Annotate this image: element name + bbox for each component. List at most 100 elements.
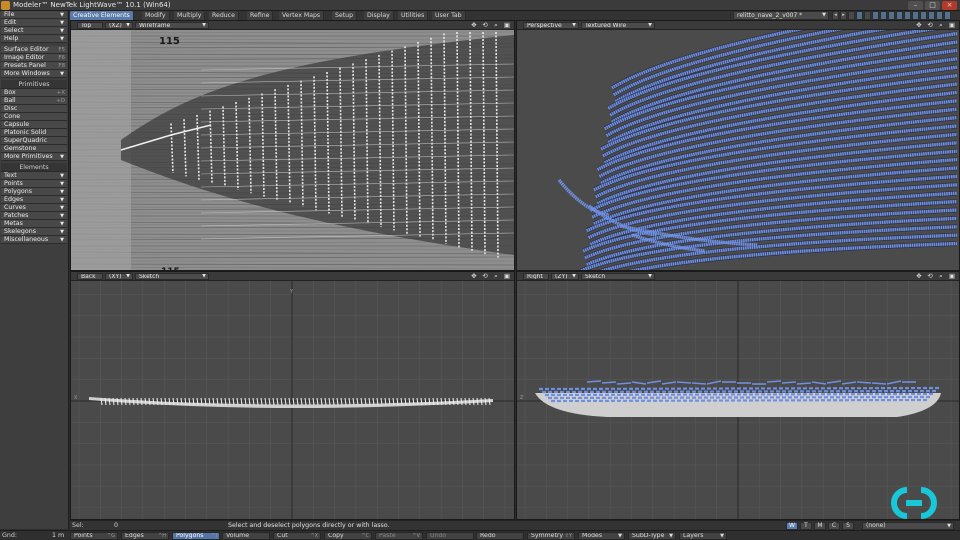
symmetry-button[interactable]: Symmetry ⇧Y (527, 532, 575, 540)
primitive-box[interactable]: Box +X (1, 89, 67, 97)
layer-button-1[interactable] (848, 11, 855, 20)
element-patches[interactable]: Patches ▼ (1, 212, 67, 220)
mode-button-t[interactable]: T (800, 522, 812, 530)
viewport-back-view-select[interactable]: Back (77, 273, 103, 280)
tab-creative-elements[interactable]: Creative Elements (70, 11, 134, 20)
primitive-platonic-solid[interactable]: Platonic Solid (1, 129, 67, 137)
rotate-icon[interactable]: ⟲ (481, 22, 489, 29)
menu-select[interactable]: Select ▼ (1, 27, 67, 35)
primitive-capsule[interactable]: Capsule (1, 121, 67, 129)
move-icon[interactable]: ✥ (915, 22, 923, 29)
move-icon[interactable]: ✥ (470, 273, 478, 280)
layer-button-13[interactable] (944, 11, 951, 20)
element-edges[interactable]: Edges ▼ (1, 196, 67, 204)
menu-edit[interactable]: Edit ▼ (1, 19, 67, 27)
panel-presets-panel[interactable]: Presets Panel F8 (1, 62, 67, 70)
element-metas[interactable]: Metas ▼ (1, 220, 67, 228)
primitive-more-primitives[interactable]: More Primitives ▼ (1, 153, 67, 161)
undo-button[interactable]: Undo (426, 532, 474, 540)
move-icon[interactable]: ✥ (470, 22, 478, 29)
maximize-icon[interactable]: ▣ (948, 22, 956, 29)
copy-button[interactable]: Copy ^C (324, 532, 372, 540)
layer-button-11[interactable] (928, 11, 935, 20)
layer-prev-icon[interactable]: ◂ (832, 11, 839, 20)
paste-button[interactable]: Paste ^V (375, 532, 423, 540)
tab-utilities[interactable]: Utilities (398, 11, 429, 20)
layers-button[interactable]: Layers ▼ (679, 532, 727, 540)
layer-button-3[interactable] (864, 11, 871, 20)
layer-button-10[interactable] (920, 11, 927, 20)
polygons-button[interactable]: Polygons ^J (172, 532, 220, 540)
panel-more-windows[interactable]: More Windows ▼ (1, 70, 67, 78)
maximize-icon[interactable]: ▣ (503, 22, 511, 29)
tab-user-tab[interactable]: User Tab (432, 11, 466, 20)
element-points[interactable]: Points ▼ (1, 180, 67, 188)
rotate-icon[interactable]: ⟲ (926, 22, 934, 29)
layer-button-7[interactable] (896, 11, 903, 20)
mode-button-w[interactable]: W (786, 522, 798, 530)
tab-modify[interactable]: Modify (142, 11, 170, 20)
layer-button-4[interactable] (872, 11, 879, 20)
object-layer-combo[interactable]: relitto_nave_2_v007 * ▼ (733, 11, 829, 20)
maximize-icon[interactable]: ▣ (948, 273, 956, 280)
mode-button-m[interactable]: M (814, 522, 826, 530)
element-skelegons[interactable]: Skelegons ▼ (1, 228, 67, 236)
panel-surface-editor[interactable]: Surface Editor F5 (1, 46, 67, 54)
close-icon[interactable]: × (942, 1, 957, 10)
menu-file[interactable]: File ▼ (1, 11, 67, 19)
layer-button-5[interactable] (880, 11, 887, 20)
rotate-icon[interactable]: ⟲ (481, 273, 489, 280)
viewport-top-mode-select[interactable]: Wireframe ▼ (135, 22, 209, 29)
viewport-perspective-canvas[interactable] (517, 30, 959, 270)
viewport-right-mode-select[interactable]: Sketch ▼ (581, 273, 655, 280)
primitive-cone[interactable]: Cone (1, 113, 67, 121)
viewport-back-mode-select[interactable]: Sketch ▼ (135, 273, 209, 280)
mode-button-c[interactable]: C (828, 522, 840, 530)
points-button[interactable]: Points ^G (70, 532, 118, 540)
element-text[interactable]: Text ▼ (1, 172, 67, 180)
viewport-perspective-view-select[interactable]: Perspective ▼ (523, 22, 579, 29)
viewport-top-axes-select[interactable]: (XZ) ▼ (105, 22, 133, 29)
tab-display[interactable]: Display (364, 11, 394, 20)
element-miscellaneous[interactable]: Miscellaneous ▼ (1, 236, 67, 244)
viewport-top-view-select[interactable]: Top (77, 22, 103, 29)
layer-button-12[interactable] (936, 11, 943, 20)
tab-reduce[interactable]: Reduce (209, 11, 239, 20)
viewport-top-canvas[interactable]: 115 115 (71, 30, 514, 270)
viewport-back-axes-select[interactable]: (XY) ▼ (105, 273, 133, 280)
element-curves[interactable]: Curves ▼ (1, 204, 67, 212)
subd-type-button[interactable]: SubD-Type ▼ (628, 532, 676, 540)
layer-button-9[interactable] (912, 11, 919, 20)
menu-help[interactable]: Help ▼ (1, 35, 67, 43)
maximize-icon[interactable]: □ (925, 1, 940, 10)
viewport-right-axes-select[interactable]: (ZY) ▼ (551, 273, 579, 280)
zoom-icon[interactable]: ⌕ (492, 22, 500, 29)
move-icon[interactable]: ✥ (915, 273, 923, 280)
element-polygons[interactable]: Polygons ▼ (1, 188, 67, 196)
redo-button[interactable]: Redo (476, 532, 524, 540)
edges-button[interactable]: Edges ^H (121, 532, 169, 540)
zoom-icon[interactable]: ⌕ (937, 22, 945, 29)
minimize-icon[interactable]: – (908, 1, 923, 10)
tab-refine[interactable]: Refine (247, 11, 274, 20)
viewport-top[interactable]: Top (XZ) ▼ Wireframe ▼ ✥ ⟲ ⌕ ▣ 115 115 (70, 20, 515, 271)
tab-setup[interactable]: Setup (332, 11, 358, 20)
layer-button-6[interactable] (888, 11, 895, 20)
panel-image-editor[interactable]: Image Editor F6 (1, 54, 67, 62)
tab-vertex-maps[interactable]: Vertex Maps (279, 11, 325, 20)
zoom-icon[interactable]: ⌕ (937, 273, 945, 280)
viewport-back[interactable]: Back (XY) ▼ Sketch ▼ ✥ ⟲ ⌕ ▣ YX (70, 271, 515, 520)
modes-button[interactable]: Modes ▼ (578, 532, 625, 540)
layer-button-2[interactable] (856, 11, 863, 20)
primitive-disc[interactable]: Disc (1, 105, 67, 113)
layer-next-icon[interactable]: ▸ (840, 11, 847, 20)
cut-button[interactable]: Cut ^X (273, 532, 321, 540)
viewport-right-view-select[interactable]: Right (523, 273, 549, 280)
rotate-icon[interactable]: ⟲ (926, 273, 934, 280)
viewport-perspective[interactable]: Perspective ▼ Textured Wire ▼ ✥ ⟲ ⌕ ▣ (516, 20, 960, 271)
tab-multiply[interactable]: Multiply (174, 11, 206, 20)
mode-button-s[interactable]: S (842, 522, 854, 530)
viewport-perspective-mode-select[interactable]: Textured Wire ▼ (581, 22, 655, 29)
maximize-icon[interactable]: ▣ (503, 273, 511, 280)
viewport-back-canvas[interactable]: YX (71, 281, 514, 519)
